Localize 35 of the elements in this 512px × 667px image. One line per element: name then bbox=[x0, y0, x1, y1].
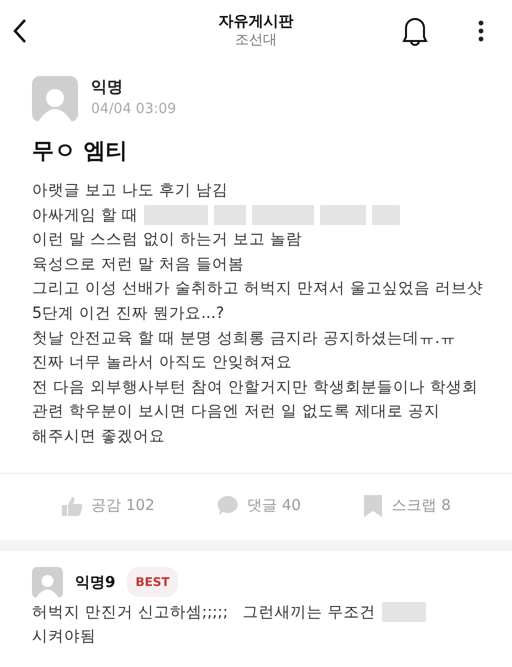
post-text: 진짜 너무 놀라서 아직도 안잊혀져요 bbox=[32, 351, 292, 374]
redaction-block bbox=[382, 602, 426, 622]
thumbs-up-icon[interactable] bbox=[61, 496, 84, 516]
redaction-block bbox=[372, 204, 400, 225]
post-text: 첫날 안전교육 할 때 분명 성희롱 금지라 공지하셨는데ㅠ.ㅠ bbox=[32, 326, 456, 349]
post-time: 04/04 03:09 bbox=[91, 100, 176, 119]
school-name: 조선대 bbox=[235, 31, 277, 49]
action-label[interactable]: 공감 102 bbox=[91, 496, 155, 516]
avatar-icon bbox=[32, 566, 63, 598]
post-text: 그리고 이성 선배가 술취하고 허벅지 만져서 울고싶었음 러브샷 bbox=[32, 277, 483, 300]
comment-text: 시켜야됨 bbox=[32, 626, 96, 647]
commenter-name: 익명9 bbox=[75, 572, 116, 594]
post-text: 전 다음 외부행사부턴 참여 안할거지만 학생회분들이나 학생회 bbox=[32, 376, 478, 398]
board-title: 자유게시판 bbox=[218, 12, 294, 31]
post-text: 이런 말 스스럼 없이 하는거 보고 놀람 bbox=[32, 228, 302, 250]
action-label[interactable]: 스크랩 8 bbox=[391, 496, 451, 516]
more-icon[interactable] bbox=[478, 20, 484, 42]
back-icon[interactable] bbox=[12, 18, 28, 44]
post-text: 아싸게임 할 때 bbox=[32, 204, 138, 226]
post-text: 아랫글 보고 나도 후기 남김 bbox=[32, 179, 228, 201]
best-badge: BEST bbox=[127, 567, 178, 598]
redaction-block bbox=[320, 204, 366, 225]
post-text: 관련 학우분이 보시면 다음엔 저런 일 없도록 제대로 공지 bbox=[32, 400, 440, 422]
post-text: 5단계 이건 진짜 뭔가요...? bbox=[32, 302, 224, 324]
bell-icon[interactable] bbox=[400, 15, 430, 47]
action-label[interactable]: 댓글 40 bbox=[247, 496, 301, 516]
redaction-block bbox=[252, 204, 314, 225]
comment-text: 허벅지 만진거 신고하셈;;;;; 그런새끼는 무조건 bbox=[32, 602, 376, 623]
post-title: 무ㅇ 엠티 bbox=[32, 138, 129, 166]
post-text: 해주시면 좋겠어요 bbox=[32, 424, 165, 447]
author-name: 익명 bbox=[91, 76, 124, 98]
redaction-block bbox=[214, 204, 246, 225]
redaction-block bbox=[144, 204, 208, 225]
avatar-icon bbox=[32, 76, 78, 122]
post-text: 육성으로 저런 말 처음 들어봄 bbox=[32, 252, 244, 275]
